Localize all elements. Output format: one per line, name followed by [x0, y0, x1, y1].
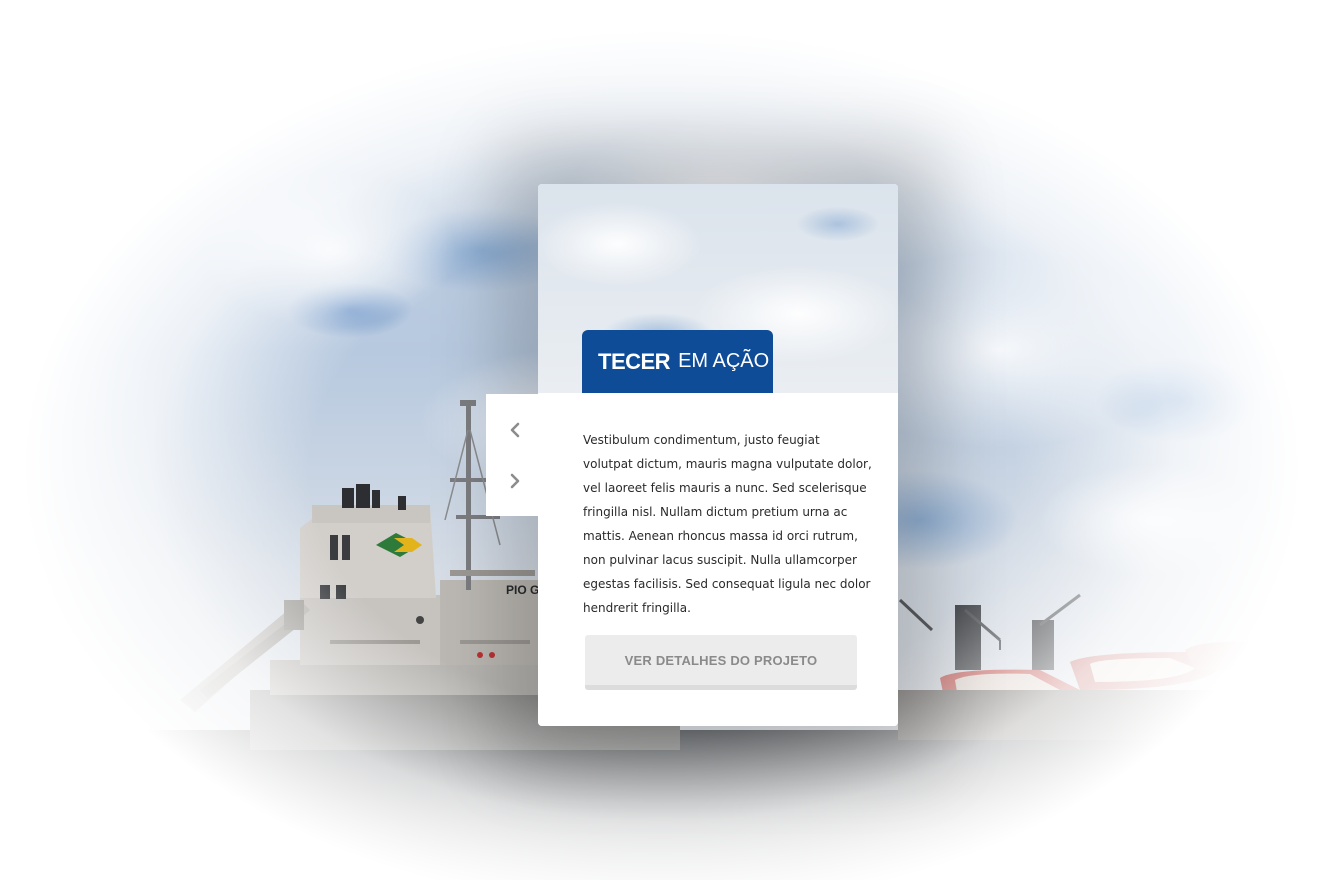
ship-name-text: PIO G — [506, 583, 539, 597]
chevron-right-icon — [510, 473, 520, 489]
card-heading-tab: TECER EM AÇÃO — [582, 330, 773, 393]
prev-button[interactable] — [504, 419, 526, 441]
port-equipment — [898, 593, 1298, 740]
carousel-nav — [486, 394, 546, 516]
view-project-details-button[interactable]: VER DETALHES DO PROJETO — [585, 635, 857, 690]
brand-name: TECER — [598, 348, 671, 374]
next-button[interactable] — [504, 470, 526, 492]
brand-subtitle: EM AÇÃO — [678, 350, 770, 372]
chevron-left-icon — [510, 422, 520, 438]
page: PIO G TECER EM AÇÃO Vestibulum condiment… — [0, 0, 1324, 880]
card-description: Vestibulum condimentum, justo feugiat vo… — [583, 433, 872, 615]
